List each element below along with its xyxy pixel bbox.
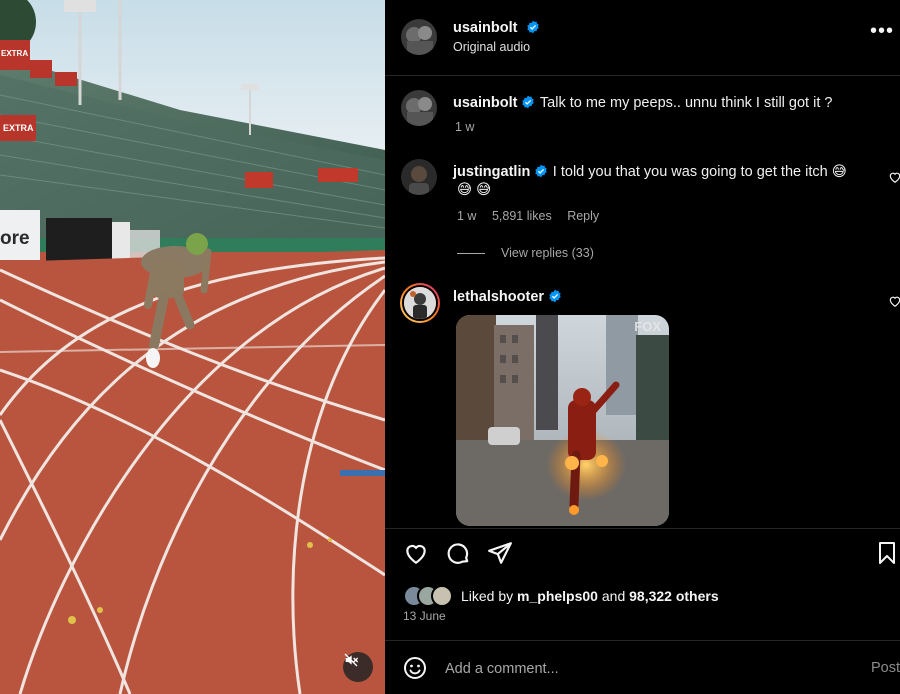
verified-badge-icon [535,164,548,178]
comment-text: I told you that you was going to get the… [552,164,847,180]
likes-prefix: Liked by [461,588,514,604]
caption-username[interactable]: usainbolt [453,95,517,111]
comment-avatar-justingatlin[interactable] [401,159,437,195]
caption-meta: 1 w [455,120,486,134]
audio-label[interactable]: Original audio [453,40,530,54]
comment-username[interactable]: lethalshooter [453,289,544,305]
liker-avatars [403,585,457,607]
comment-bubble-icon[interactable] [445,540,471,566]
verified-badge-icon [522,95,535,109]
comment-like-heart-icon[interactable] [888,294,900,308]
post-video[interactable]: ore EXTRA EXTRA [0,0,385,694]
view-replies-label: View replies (33) [501,246,594,260]
caption-avatar[interactable] [401,90,437,126]
flash-running-gif-image [456,315,669,526]
caption-time[interactable]: 1 w [455,120,474,134]
reply-button[interactable]: Reply [567,209,599,223]
emoji-smiley-icon[interactable] [403,656,427,680]
comment-input[interactable] [445,657,825,681]
more-horizontal-icon: ••• [869,20,894,42]
post-details-panel: usainbolt Original audio ••• usainbolt T… [385,0,900,694]
likes-user[interactable]: m_phelps00 [517,588,598,604]
likes-summary[interactable]: Liked by m_phelps00 and 98,322 others [403,585,719,607]
likes-others[interactable]: 98,322 others [629,588,719,604]
comment-body: lethalshooter [453,288,562,306]
likes-connector: and [601,588,626,604]
running-track-scene [0,0,385,694]
liker-avatar [431,585,453,607]
comment-avatar-lethalshooter[interactable] [400,283,440,323]
comment-body: justingatlin I told you that you was goi… [453,163,858,181]
comment-meta: 1 w 5,891 likes Reply [457,209,611,223]
comment-username[interactable]: justingatlin [453,164,530,180]
header-divider [385,75,900,76]
post-header: usainbolt Original audio ••• [385,0,900,75]
comment-composer: Post [385,642,900,694]
view-replies-button[interactable]: View replies (33) [457,246,594,260]
usainbolt-avatar-image [401,90,437,126]
verified-badge-icon [527,20,539,34]
post-date[interactable]: 13 June [403,609,446,623]
bookmark-icon[interactable] [875,540,899,566]
justingatlin-avatar-image [401,159,437,195]
more-options-button[interactable]: ••• [870,21,894,41]
verified-badge-icon [549,289,561,303]
gif-watermark: FOX [634,319,661,334]
banner-text: ore [0,228,30,249]
view-replies-line [457,252,485,254]
actions-divider [385,528,900,529]
heart-outline-icon[interactable] [403,540,429,566]
comment-like-heart-icon[interactable] [888,170,900,184]
caption-text: Talk to me my peeps.. unnu think I still… [539,95,833,111]
comment-gif[interactable]: FOX [456,315,669,526]
extra-sign-text-2: EXTRA [3,123,34,133]
lethalshooter-avatar-image [404,287,436,319]
author-name-row: usainbolt [453,19,540,37]
author-avatar[interactable] [401,19,437,55]
usainbolt-avatar-image [401,19,437,55]
caption-line: usainbolt Talk to me my peeps.. unnu thi… [453,94,832,112]
mute-button[interactable] [343,652,373,682]
extra-sign-text: EXTRA [1,49,29,58]
comment-text-emoji-line: 😅 😅 [457,182,492,198]
comment-time[interactable]: 1 w [457,209,476,223]
speaker-muted-icon [344,653,359,667]
composer-divider [385,640,900,641]
post-button[interactable]: Post [871,660,900,676]
comment-likes[interactable]: 5,891 likes [492,209,552,223]
avatar-inner [402,285,438,321]
paper-plane-icon[interactable] [487,540,513,566]
author-username[interactable]: usainbolt [453,20,517,36]
action-bar [385,540,900,574]
